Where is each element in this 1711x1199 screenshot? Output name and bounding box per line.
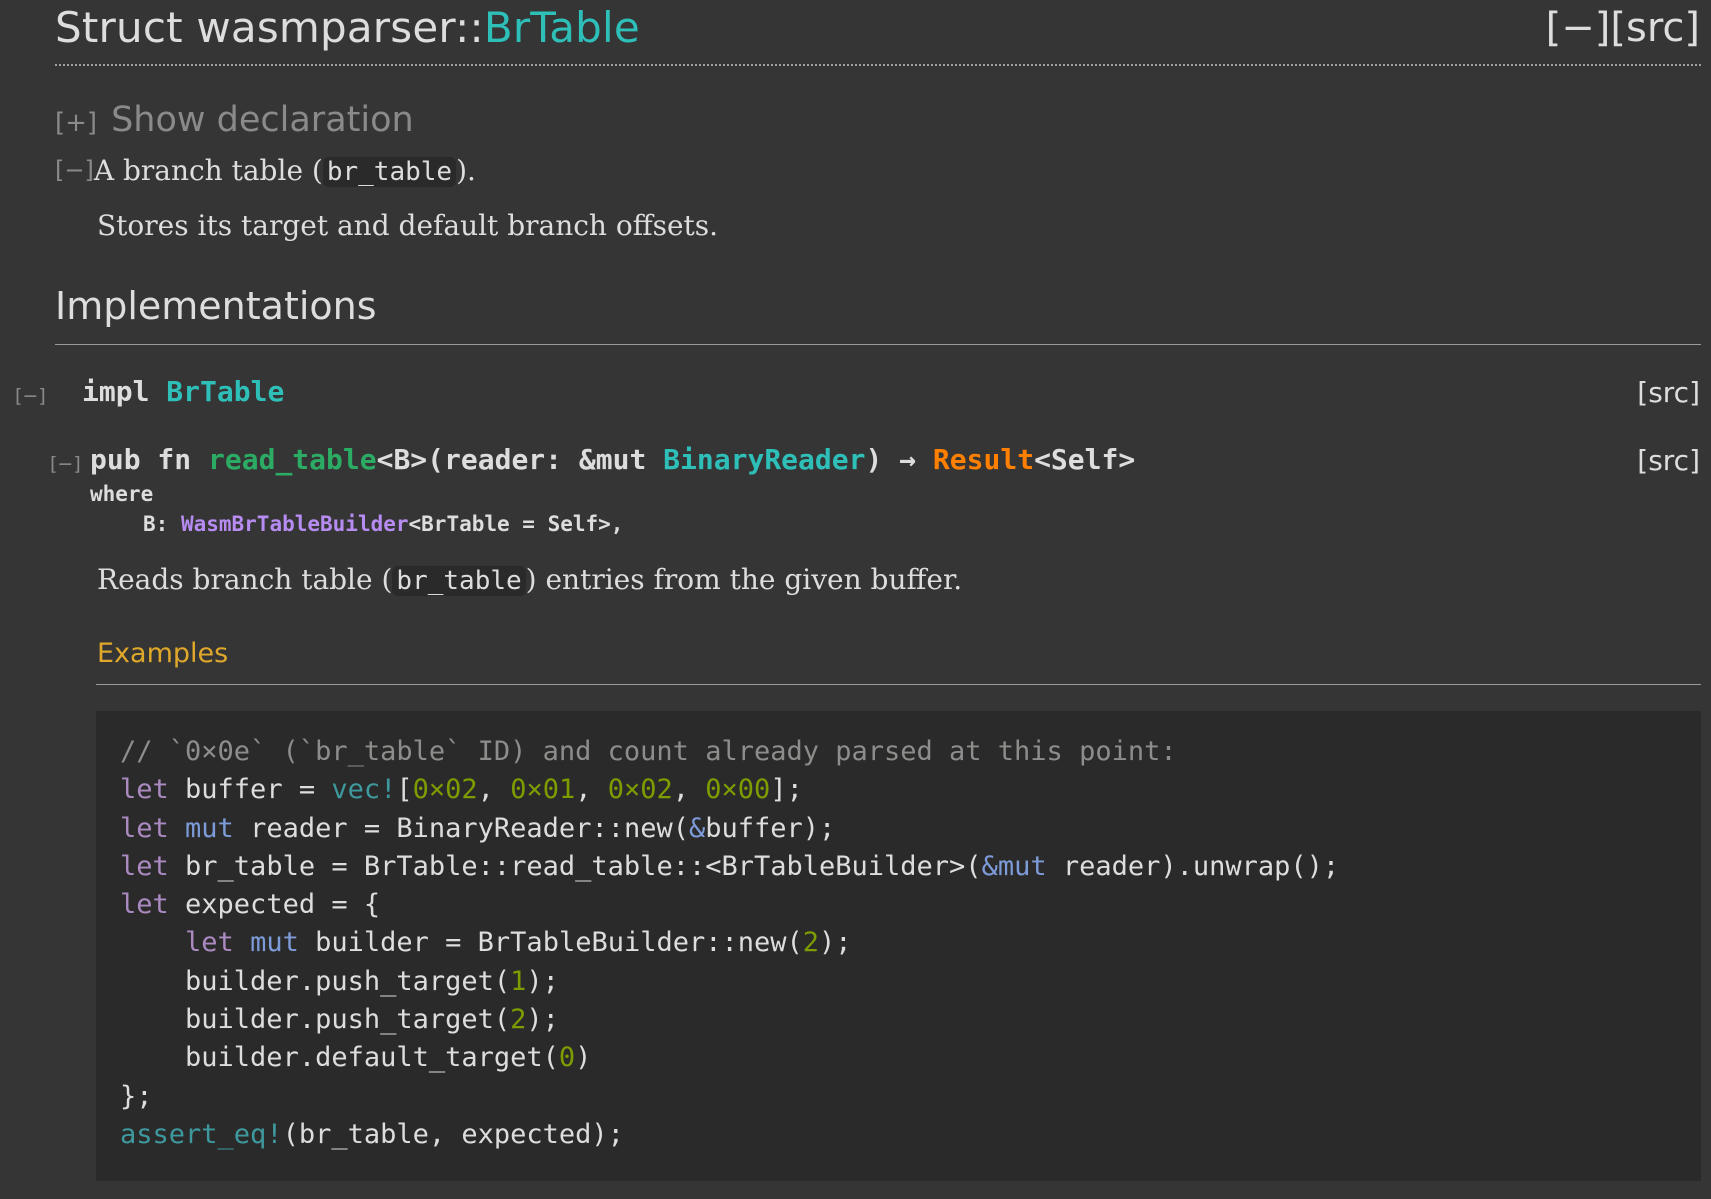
show-declaration[interactable]: [+] Show declaration xyxy=(55,98,414,145)
impl-keyword: impl xyxy=(82,375,150,408)
title-controls: [−][src] xyxy=(1546,4,1700,52)
declaration-label[interactable]: Show declaration xyxy=(111,100,414,140)
method-name-link[interactable]: read_table xyxy=(208,443,377,476)
example-code: // `0×0e` (`br_table` ID) and count alre… xyxy=(120,736,1340,1150)
trait-bound: B: WasmBrTableBuilder<BrTable = Self>, xyxy=(143,512,624,536)
struct-name-link[interactable]: BrTable xyxy=(484,3,640,52)
impl-src-link[interactable]: [src] xyxy=(1637,374,1700,412)
method-signature: pub fn read_table<B>(reader: &mut Binary… xyxy=(90,443,1136,476)
where-clause: where xyxy=(90,482,154,506)
impl-type-link[interactable]: BrTable xyxy=(166,375,284,408)
result-link[interactable]: Result xyxy=(933,443,1034,476)
summary-text: A branch table (br_table). xyxy=(93,154,476,187)
examples-divider xyxy=(96,684,1701,685)
page-title: Struct wasmparser::BrTable xyxy=(55,4,640,52)
inline-code: br_table xyxy=(392,566,526,596)
binary-reader-link[interactable]: BinaryReader xyxy=(663,443,865,476)
title-src-link[interactable]: [src] xyxy=(1610,5,1700,51)
title-prefix: Struct wasmparser:: xyxy=(55,3,484,52)
method-doc: Reads branch table (br_table) entries fr… xyxy=(97,563,963,596)
summary-toggle[interactable]: [−] xyxy=(55,156,94,184)
example-code-block: // `0×0e` (`br_table` ID) and count alre… xyxy=(96,711,1701,1181)
method-src-link[interactable]: [src] xyxy=(1637,442,1700,480)
declaration-toggle[interactable]: [+] xyxy=(55,108,97,138)
method-toggle[interactable]: [−] xyxy=(50,453,81,475)
implementations-heading: Implementations xyxy=(55,284,377,328)
examples-heading[interactable]: Examples xyxy=(97,636,228,672)
summary-docblock: [−]A branch table (br_table). xyxy=(55,153,476,190)
title-divider xyxy=(55,64,1701,66)
inline-code: br_table xyxy=(322,157,457,187)
impl-header: impl BrTable xyxy=(82,373,284,411)
trait-link[interactable]: WasmBrTableBuilder xyxy=(181,512,409,536)
impl-toggle[interactable]: [−] xyxy=(15,385,46,407)
summary-detail: Stores its target and default branch off… xyxy=(97,209,719,242)
collapse-all-toggle[interactable]: [−] xyxy=(1546,5,1611,51)
implementations-divider xyxy=(55,344,1701,345)
